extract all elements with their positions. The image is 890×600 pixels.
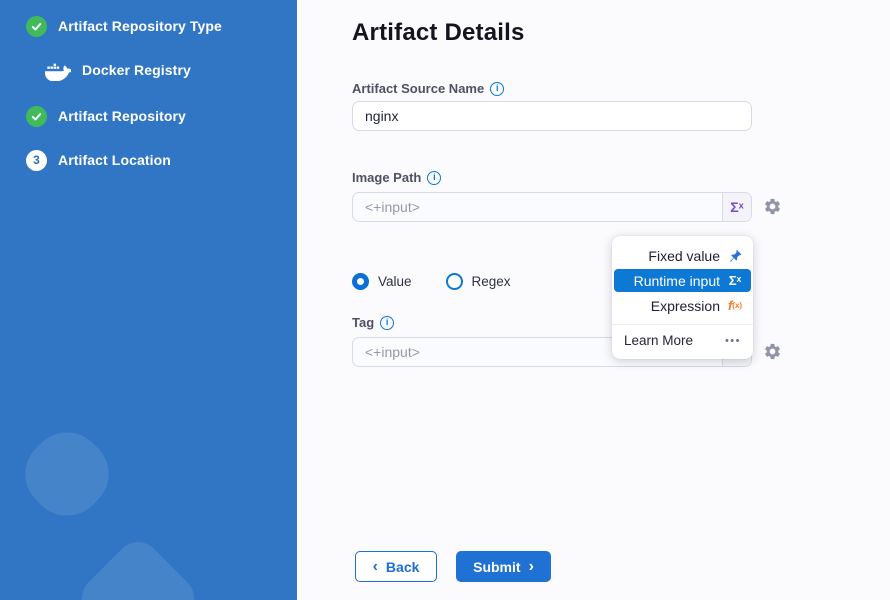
- radio-regex[interactable]: Regex: [446, 273, 511, 290]
- runtime-input-type-button[interactable]: Σˣ: [722, 193, 751, 221]
- menu-item-label: Runtime input: [634, 273, 720, 289]
- radio-value[interactable]: Value: [352, 273, 412, 290]
- pin-icon: [727, 249, 743, 263]
- learn-more-link[interactable]: Learn More: [624, 333, 693, 348]
- menu-footer: Learn More •••: [612, 325, 753, 359]
- image-path-label: Image Path i: [352, 170, 441, 185]
- label-text: Image Path: [352, 170, 421, 185]
- harness-logo-watermark: [10, 417, 123, 530]
- info-glyph: i: [386, 318, 389, 327]
- chevron-right-icon: ›: [529, 559, 534, 575]
- image-path-input-group: Σˣ: [352, 192, 752, 222]
- page-title: Artifact Details: [352, 19, 525, 47]
- image-path-settings-gear-icon[interactable]: [763, 197, 782, 216]
- artifact-source-name-input[interactable]: [352, 101, 752, 131]
- sidebar-step-docker-registry[interactable]: Docker Registry: [44, 59, 191, 81]
- back-button[interactable]: ‹ Back: [355, 551, 437, 582]
- info-glyph: i: [496, 84, 499, 93]
- more-options-icon[interactable]: •••: [725, 335, 741, 347]
- radio-unselected-icon: [446, 273, 463, 290]
- image-path-input[interactable]: [353, 193, 722, 221]
- sidebar-step-artifact-repository-type[interactable]: Artifact Repository Type: [26, 15, 222, 37]
- fx-icon: f(x): [727, 298, 743, 313]
- chevron-left-icon: ‹: [373, 559, 378, 575]
- harness-logo-watermark-2: [73, 533, 203, 600]
- info-glyph: i: [433, 173, 436, 182]
- info-icon[interactable]: i: [427, 171, 441, 185]
- submit-label: Submit: [473, 559, 520, 575]
- radio-label: Regex: [472, 274, 511, 289]
- value-type-menu: Fixed value Runtime input Σˣ Expression …: [612, 236, 753, 359]
- tag-settings-gear-icon[interactable]: [763, 342, 782, 361]
- sigma-icon: Σˣ: [727, 273, 743, 288]
- sigma-icon: Σˣ: [730, 199, 744, 215]
- check-circle-icon: [26, 16, 47, 37]
- artifact-source-name-label: Artifact Source Name i: [352, 81, 504, 96]
- sidebar-step-artifact-repository[interactable]: Artifact Repository: [26, 105, 186, 127]
- tag-label: Tag i: [352, 315, 394, 330]
- submit-button[interactable]: Submit ›: [456, 551, 551, 582]
- wizard-screen: Artifact Repository Type Docker Registry: [0, 0, 890, 600]
- check-circle-icon: [26, 106, 47, 127]
- step-label: Artifact Repository: [58, 108, 186, 124]
- back-label: Back: [386, 559, 419, 575]
- menu-item-fixed-value[interactable]: Fixed value: [612, 243, 753, 268]
- menu-item-label: Expression: [651, 298, 720, 314]
- menu-item-expression[interactable]: Expression f(x): [612, 293, 753, 318]
- label-text: Tag: [352, 315, 374, 330]
- step-label: Artifact Location: [58, 152, 171, 168]
- wizard-sidebar: Artifact Repository Type Docker Registry: [0, 0, 297, 600]
- step-label: Docker Registry: [82, 62, 191, 78]
- radio-label: Value: [378, 274, 412, 289]
- label-text: Artifact Source Name: [352, 81, 484, 96]
- docker-whale-icon: [44, 60, 71, 81]
- tag-mode-radio-group: Value Regex: [352, 273, 511, 290]
- info-icon[interactable]: i: [380, 316, 394, 330]
- info-icon[interactable]: i: [490, 82, 504, 96]
- menu-item-label: Fixed value: [648, 248, 720, 264]
- menu-item-runtime-input[interactable]: Runtime input Σˣ: [614, 269, 751, 292]
- sidebar-step-artifact-location[interactable]: 3 Artifact Location: [26, 149, 171, 171]
- step-label: Artifact Repository Type: [58, 18, 222, 34]
- radio-selected-icon: [352, 273, 369, 290]
- step-number-badge: 3: [26, 150, 47, 171]
